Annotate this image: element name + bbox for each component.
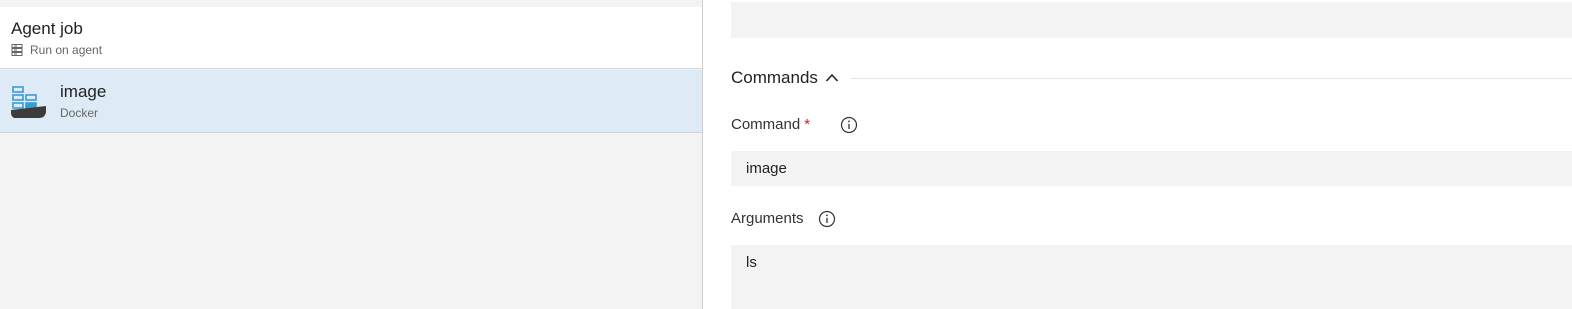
arguments-label-row: Arguments	[731, 210, 836, 228]
task-details-panel: Commands Command * image Arguments ls	[703, 0, 1572, 309]
info-icon[interactable]	[840, 116, 858, 134]
required-indicator: *	[804, 116, 811, 133]
task-item-docker[interactable]: image Docker	[0, 70, 702, 133]
docker-icon	[11, 86, 46, 118]
server-icon	[11, 44, 23, 56]
command-label: Command	[731, 116, 801, 133]
chevron-up-icon[interactable]	[825, 71, 839, 85]
section-divider	[850, 77, 1572, 79]
agent-job-subtitle-row: Run on agent	[11, 43, 102, 57]
commands-section-header[interactable]: Commands	[731, 66, 1572, 90]
command-label-row: Command *	[731, 116, 858, 134]
agent-job-subtitle: Run on agent	[30, 43, 103, 57]
arguments-label: Arguments	[731, 210, 804, 227]
command-input[interactable]: image	[731, 151, 1572, 186]
previous-field-input[interactable]	[731, 2, 1572, 38]
task-title: image	[60, 82, 107, 101]
pipeline-tasks-panel: Agent job Run on agent image Docker	[0, 0, 702, 309]
section-title: Commands	[731, 68, 818, 87]
agent-job-title: Agent job	[11, 19, 83, 38]
info-icon[interactable]	[818, 210, 836, 228]
arguments-textarea[interactable]: ls	[731, 245, 1572, 309]
task-subtitle: Docker	[60, 106, 99, 120]
top-strip	[0, 0, 702, 7]
agent-job-item[interactable]: Agent job Run on agent	[0, 7, 702, 69]
